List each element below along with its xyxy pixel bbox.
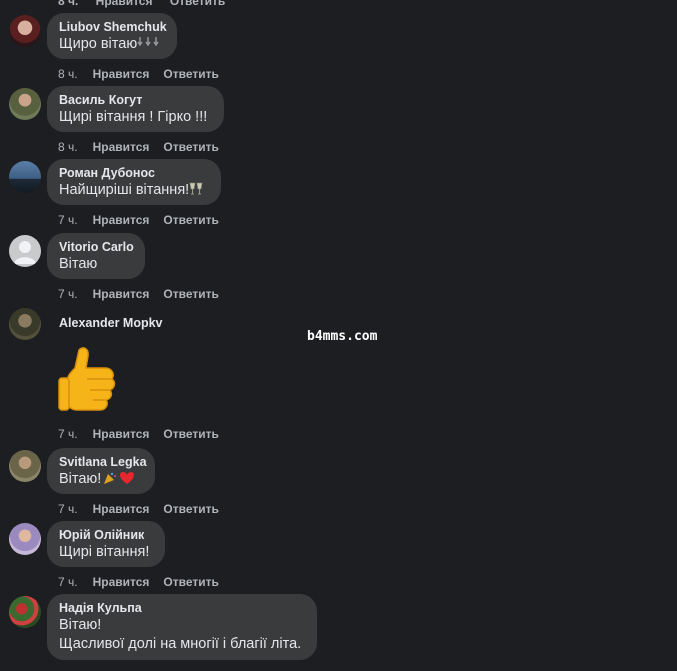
comment-bubble: Надія Кульпа Вітаю! Щасливої долі на мно… [47, 594, 317, 660]
comment-actions: 8 ч. Нравится Ответить [58, 67, 233, 81]
reply-link[interactable]: Ответить [163, 502, 218, 516]
comment-actions: 7 ч. Нравится Ответить [58, 575, 233, 589]
avatar[interactable] [9, 523, 41, 555]
comment-author[interactable]: Vitorio Carlo [59, 239, 134, 255]
comment-bubble: Vitorio Carlo Вітаю [47, 233, 145, 279]
previous-comment-actions: 8 ч. Нравится Ответить [58, 0, 239, 8]
comment-text-line-2: Щасливої долі на многії і благії літа. [59, 636, 302, 652]
comment-author[interactable]: Роман Дубонос [59, 165, 209, 181]
avatar[interactable] [9, 308, 41, 340]
comment-text-line: Найщиріші вітання! [59, 181, 209, 202]
comment-time[interactable]: 7 ч. [58, 213, 78, 227]
comment-bubble: Svitlana Legka Вітаю! [47, 448, 155, 494]
comment-author[interactable]: Надія Кульпа [59, 600, 305, 616]
wilted-flowers-icon [137, 36, 163, 56]
reply-link[interactable]: Ответить [163, 140, 218, 154]
comment-time[interactable]: 8 ч. [58, 140, 78, 154]
comment-actions: 7 ч. Нравится Ответить [58, 213, 233, 227]
comment-text: Найщиріші вітання! [59, 182, 190, 198]
avatar[interactable] [9, 161, 41, 193]
like-link[interactable]: Нравится [93, 213, 150, 227]
comment-bubble: Василь Когут Щирі вітання ! Гірко !!! [47, 86, 224, 132]
comment-time[interactable]: 7 ч. [58, 427, 78, 441]
comment-time[interactable]: 7 ч. [58, 502, 78, 516]
party-popper-heart-icon [101, 471, 135, 491]
comment-time[interactable]: 7 ч. [58, 575, 78, 589]
comment-actions: 7 ч. Нравится Ответить [58, 427, 233, 441]
comment-bubble: Liubov Shemchuk Щиро вітаю [47, 13, 177, 59]
avatar[interactable] [9, 88, 41, 120]
like-link[interactable]: Нравится [93, 575, 150, 589]
clinking-glasses-icon [189, 182, 203, 202]
comment-bubble: Роман Дубонос Найщиріші вітання! [47, 159, 221, 205]
comment-author[interactable]: Юрій Олійник [59, 527, 153, 543]
comment-author[interactable]: Василь Когут [59, 92, 212, 108]
comment-text-line: Щиро вітаю [59, 35, 165, 56]
reply-link[interactable]: Ответить [163, 287, 218, 301]
watermark: b4mms.com [307, 329, 378, 344]
like-link[interactable]: Нравится [93, 140, 150, 154]
comment-text: Вітаю! [59, 617, 102, 633]
comment-bubble: Юрій Олійник Щирі вітання! [47, 521, 165, 567]
reply-link[interactable]: Ответить [163, 67, 218, 81]
comment-author[interactable]: Liubov Shemchuk [59, 19, 167, 35]
comment-author[interactable]: Svitlana Legka [59, 454, 147, 470]
comment-author[interactable]: Alexander Mopkv [59, 316, 163, 330]
avatar[interactable] [9, 15, 41, 47]
reply-link[interactable]: Ответить [163, 427, 218, 441]
comment-text-line: Вітаю! [59, 470, 143, 491]
comment-time[interactable]: 7 ч. [58, 287, 78, 301]
default-avatar-icon [14, 241, 36, 264]
comment-actions: 7 ч. Нравится Ответить [58, 287, 233, 301]
reply-link[interactable]: Ответить [163, 575, 218, 589]
like-link[interactable]: Нравится [96, 0, 153, 8]
comment-text: Щирі вітання! [59, 544, 150, 560]
comment-time: 8 ч. [58, 0, 79, 8]
comment-actions: 7 ч. Нравится Ответить [58, 502, 233, 516]
comment-time[interactable]: 8 ч. [58, 67, 78, 81]
avatar[interactable] [9, 596, 41, 628]
reply-link[interactable]: Ответить [163, 213, 218, 227]
comment-text: Щиро вітаю [59, 36, 138, 52]
reply-link[interactable]: Ответить [170, 0, 225, 8]
like-link[interactable]: Нравится [93, 502, 150, 516]
avatar[interactable] [9, 450, 41, 482]
like-link[interactable]: Нравится [93, 427, 150, 441]
avatar[interactable] [9, 235, 41, 267]
comment-text: Вітаю [59, 256, 98, 272]
comment-actions: 8 ч. Нравится Ответить [58, 140, 233, 154]
comment-text: Щирі вітання ! Гірко !!! [59, 109, 208, 125]
comment-text: Вітаю! [59, 471, 102, 487]
like-link[interactable]: Нравится [93, 67, 150, 81]
thumbs-up-icon [57, 344, 119, 421]
like-link[interactable]: Нравится [93, 287, 150, 301]
